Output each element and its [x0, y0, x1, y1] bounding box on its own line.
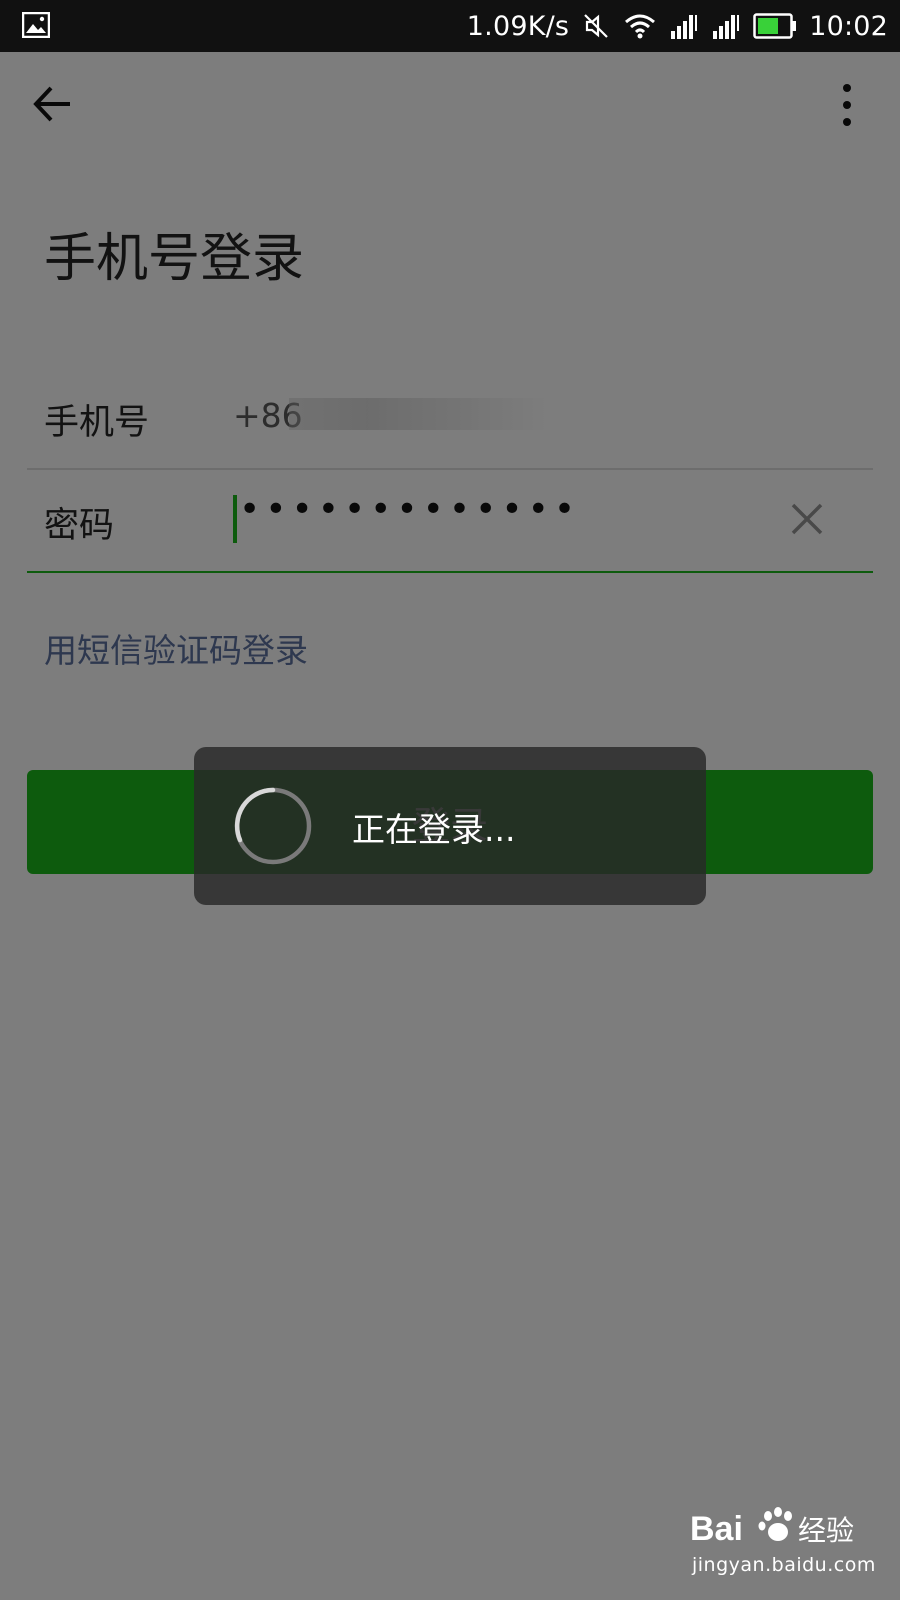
spinner-icon	[234, 787, 312, 865]
baidu-logo-icon: Bai 经验	[690, 1507, 854, 1548]
signal-icon	[713, 15, 740, 39]
login-screen: 1.09K/s 10:02 手机号登录 手机号 +86 密码 •••••••••…	[0, 0, 900, 1600]
status-right: 1.09K/s 10:02	[467, 0, 888, 52]
svg-text:经验: 经验	[798, 1514, 854, 1547]
image-icon	[22, 12, 50, 38]
battery-icon	[753, 13, 797, 39]
mute-icon	[584, 14, 608, 38]
watermark-url: jingyan.baidu.com	[692, 1554, 876, 1576]
wifi-icon	[625, 14, 656, 39]
clock: 10:02	[809, 10, 888, 42]
network-speed: 1.09K/s	[466, 10, 570, 42]
loading-text: 正在登录...	[352, 810, 516, 849]
baidu-jingyan-watermark: Bai 经验 jingyan.baidu.com	[690, 1502, 890, 1592]
status-bar: 1.09K/s 10:02	[0, 0, 900, 52]
svg-text:Bai: Bai	[690, 1510, 743, 1548]
loading-dialog: 正在登录...	[194, 747, 706, 905]
signal-icon	[671, 15, 698, 39]
